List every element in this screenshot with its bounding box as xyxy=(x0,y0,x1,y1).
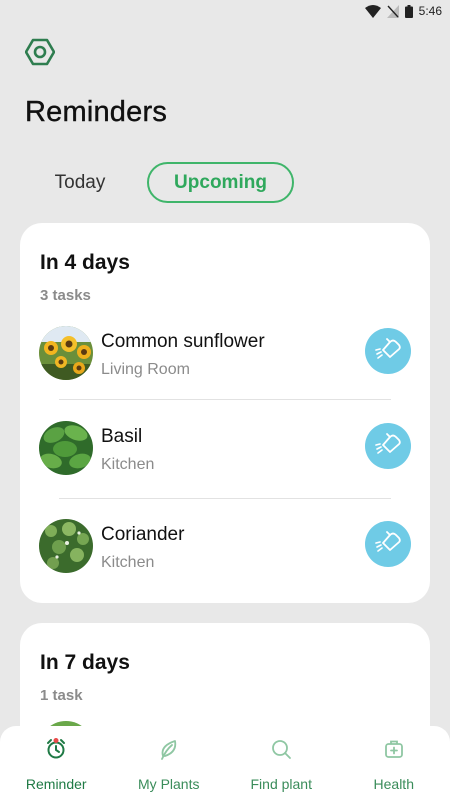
page-title: Reminders xyxy=(25,96,168,128)
reminder-group-card: In 4 days 3 tasks Common sunflower Livin… xyxy=(20,223,430,603)
settings-icon xyxy=(24,37,56,72)
watering-icon xyxy=(374,432,402,461)
plant-location: Kitchen xyxy=(101,554,155,571)
alarm-clock-icon xyxy=(43,736,69,762)
nav-health[interactable]: Health xyxy=(338,726,450,800)
status-bar: 5:46 xyxy=(0,0,450,22)
tab-bar: Today Upcoming xyxy=(0,162,450,204)
group-title: In 4 days xyxy=(40,251,130,274)
group-header: In 7 days 1 task xyxy=(40,651,130,704)
nav-find-plant[interactable]: Find plant xyxy=(225,726,338,800)
plant-row-sunflower[interactable]: Common sunflower Living Room xyxy=(20,326,430,406)
nav-label: Reminder xyxy=(25,776,87,792)
no-signal-icon xyxy=(386,4,399,18)
bottom-navigation: Reminder My Plants Find plant Health xyxy=(0,726,450,800)
plant-name: Coriander xyxy=(101,524,185,545)
watering-icon xyxy=(374,530,402,559)
battery-icon xyxy=(404,4,413,18)
plant-row-coriander[interactable]: Coriander Kitchen xyxy=(20,519,430,599)
plant-photo-basil xyxy=(39,421,93,475)
plant-name: Basil xyxy=(101,426,143,447)
tab-today[interactable]: Today xyxy=(36,162,124,204)
nav-label: Health xyxy=(373,776,414,792)
plant-location: Living Room xyxy=(101,361,190,378)
medkit-icon xyxy=(381,736,407,762)
group-task-count: 1 task xyxy=(40,687,83,704)
settings-button[interactable] xyxy=(24,38,56,70)
water-button[interactable] xyxy=(365,328,411,374)
plant-location: Kitchen xyxy=(101,456,155,473)
leaf-icon xyxy=(156,736,182,762)
group-header: In 4 days 3 tasks xyxy=(40,251,130,304)
divider xyxy=(59,399,391,400)
plant-photo-coriander xyxy=(39,519,93,573)
tab-upcoming[interactable]: Upcoming xyxy=(147,162,294,203)
plant-photo-sunflower xyxy=(39,326,93,380)
clock-time: 5:46 xyxy=(418,4,442,18)
water-button[interactable] xyxy=(365,521,411,567)
divider xyxy=(59,498,391,499)
nav-reminder[interactable]: Reminder xyxy=(0,726,113,800)
watering-icon xyxy=(374,337,402,366)
group-title: In 7 days xyxy=(40,651,130,674)
wifi-icon xyxy=(364,4,381,18)
group-task-count: 3 tasks xyxy=(40,287,91,304)
nav-label: My Plants xyxy=(138,776,200,792)
plant-name: Common sunflower xyxy=(101,331,265,352)
search-icon xyxy=(268,736,294,762)
nav-my-plants[interactable]: My Plants xyxy=(113,726,226,800)
plant-row-basil[interactable]: Basil Kitchen xyxy=(20,421,430,501)
nav-label: Find plant xyxy=(250,776,312,792)
water-button[interactable] xyxy=(365,423,411,469)
